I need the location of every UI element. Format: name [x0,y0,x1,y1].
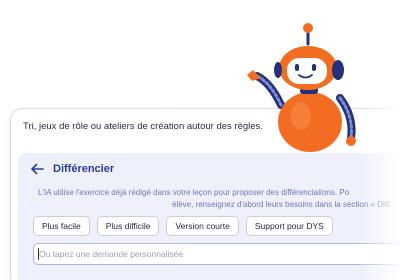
panel-header: Différencier [30,163,114,175]
panel-description: L'IA utilise l'exercice déjà rédigé dans… [38,187,400,210]
suggestion-chips: Plus facile Plus difficile Version court… [33,216,333,236]
custom-request-input[interactable] [33,243,400,265]
chip-short-version[interactable]: Version courte [166,216,239,236]
chip-dys-support[interactable]: Support pour DYS [245,216,333,236]
panel-title: Différencier [53,163,115,175]
arrow-left-icon[interactable] [30,163,44,175]
chip-easier[interactable]: Plus facile [33,216,90,236]
differentiation-panel: Différencier L'IA utilise l'exercice déj… [18,153,400,280]
description-line-1: L'IA utilise l'exercice déjà rédigé dans… [38,188,350,197]
text-caret [38,248,39,260]
robot-mascot [247,23,356,152]
description-line-2: élève, renseignez d'abord leurs besoins … [172,199,390,209]
chip-harder[interactable]: Plus difficile [96,216,160,236]
